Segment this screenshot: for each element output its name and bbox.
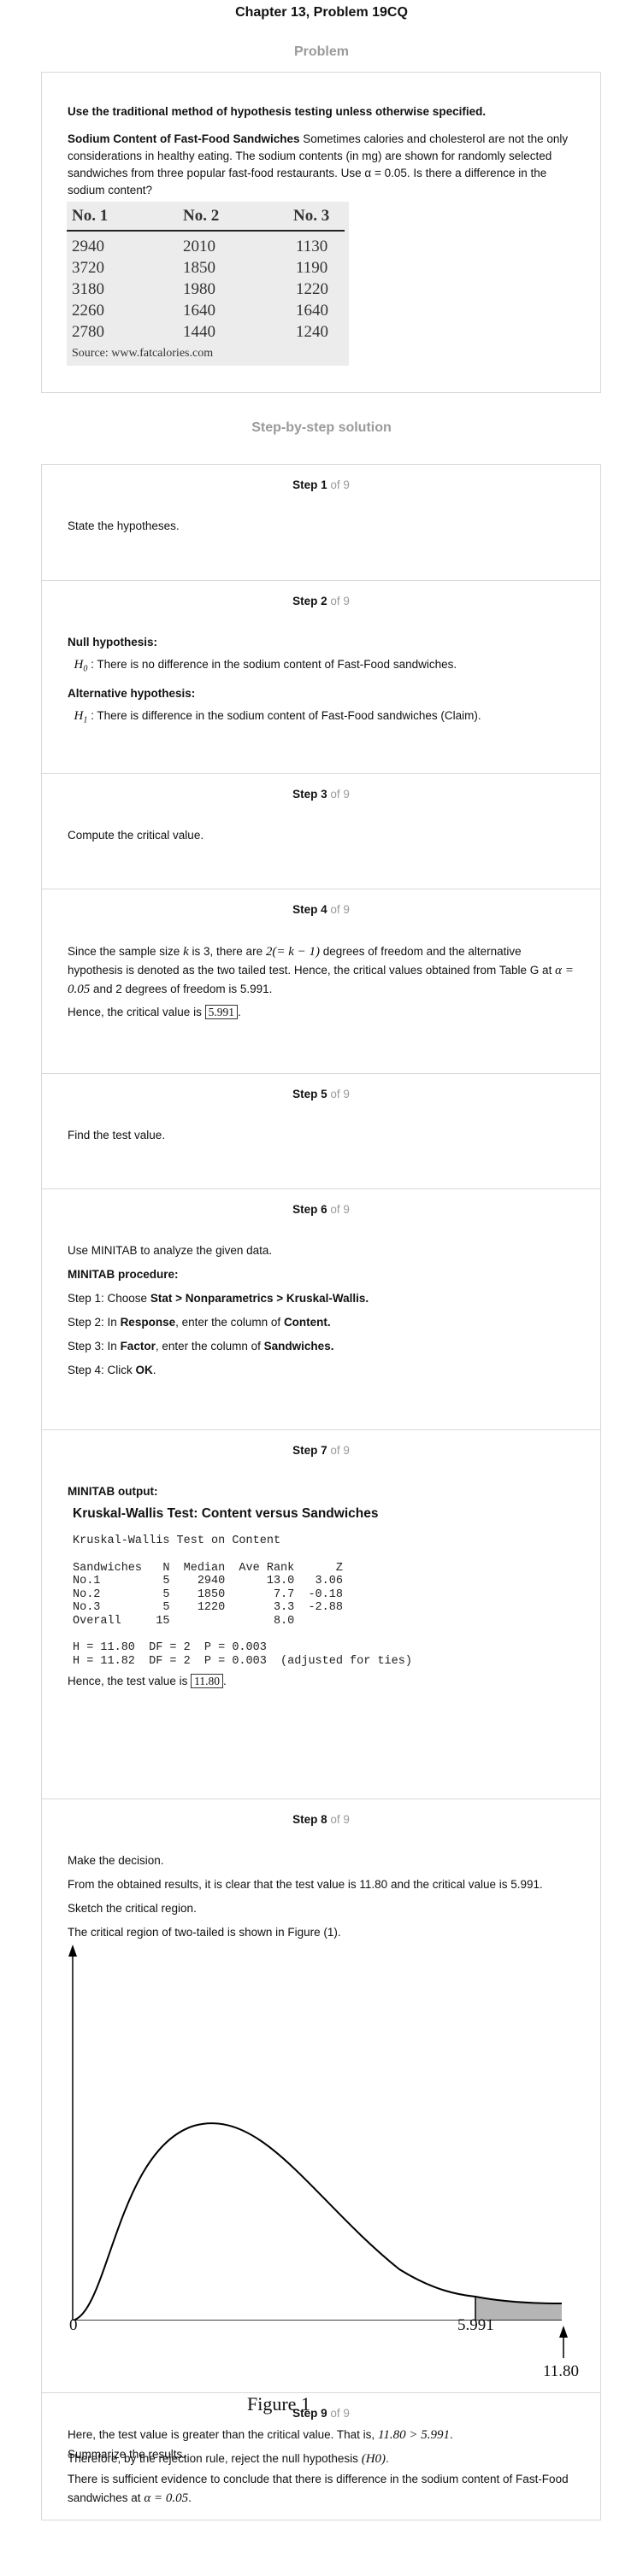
procedure-label: MINITAB procedure: [68,1268,179,1281]
step-text: Summarize the results. [68,2448,186,2461]
procedure-step: Step 2: In Response, enter the column of… [68,1316,331,1329]
step-title: Step 1 of 9 [292,478,350,491]
step-title: Step 8 of 9 [292,1813,350,1826]
step-text: Sketch the critical region. [68,1902,197,1915]
solution-heading: Step-by-step solution [251,420,392,435]
output-h-line-adjusted: H = 11.82 DF = 2 P = 0.003 (adjusted for… [73,1654,412,1668]
table-divider [67,230,345,232]
procedure-step: Step 3: In Factor, enter the column of S… [68,1340,334,1353]
step-6: Step 6 of 9 Use MINITAB to analyze the g… [41,1188,601,1429]
step-7: Step 7 of 9 MINITAB output: Kruskal-Wall… [41,1429,601,1799]
table-cell: 1640 [183,302,215,320]
table-source: Source: www.fatcalories.com [72,347,214,360]
zero-label: 0 [69,2316,78,2334]
table-header: No. 1 [72,207,109,225]
output-h-line: H = 11.80 DF = 2 P = 0.003 [73,1641,267,1654]
step-title: Step 9 of 9 [292,2407,350,2420]
step-8: Step 8 of 9 Make the decision. From the … [41,1799,601,2466]
test-value-arrow [559,2326,568,2358]
test-value-label: 11.80 [543,2362,580,2380]
step-text: Make the decision. [68,1854,164,1867]
test-value-box: 11.80 [191,1674,223,1688]
null-hypothesis: H0 : There is no difference in the sodiu… [74,658,457,674]
density-curve [72,2122,563,2321]
test-value-line: Hence, the test value is 11.80. [68,1674,227,1688]
step-title: Step 5 of 9 [292,1088,350,1100]
step-title: Step 3 of 9 [292,788,350,801]
step-text: Compute the critical value. [68,829,204,842]
step-text: Since the sample size k is 3, there are … [68,945,574,996]
table-cell: 1640 [296,302,328,320]
step-title: Step 6 of 9 [292,1203,350,1216]
step-9: Step 9 of 9 Summarize the results. There… [41,2392,601,2520]
table-cell: 3180 [72,280,104,298]
table-cell: 2010 [183,238,215,255]
critical-value-line: Hence, the critical value is 5.991. [68,1005,241,1019]
table-cell: 2780 [72,323,104,341]
step-1: Step 1 of 9 State the hypotheses. [41,464,601,580]
step-5: Step 5 of 9 Find the test value. [41,1073,601,1188]
step-2: Step 2 of 9 Null hypothesis: H0 : There … [41,580,601,773]
table-cell: 1190 [296,259,328,277]
table-cell: 2260 [72,302,104,320]
step-text: Use MINITAB to analyze the given data. [68,1244,273,1257]
critical-label: 5.991 [457,2316,494,2334]
output-table: Sandwiches N Median Ave Rank Z No.1 5 29… [73,1561,343,1628]
output-label: MINITAB output: [68,1485,158,1498]
table-cell: 3720 [72,259,104,277]
step-text: Find the test value. [68,1129,166,1141]
procedure-step: Step 1: Choose Stat > Nonparametrics > K… [68,1292,369,1305]
step-title: Step 4 of 9 [292,903,350,916]
conclusion: There is sufficient evidence to conclude… [68,2473,569,2505]
table-cell: 1850 [183,259,215,277]
critical-value-box: 5.991 [204,1005,238,1019]
table-cell: 1440 [183,323,215,341]
table-header: No. 3 [293,207,330,225]
y-axis-arrow [68,1945,77,1957]
problem-heading: Problem [293,44,349,59]
table-cell: 1980 [183,280,215,298]
step-3: Step 3 of 9 Compute the critical value. [41,773,601,889]
null-label: Null hypothesis: [68,636,158,648]
step-text: State the hypotheses. [68,519,180,532]
page-title: Chapter 13, Problem 19CQ [235,5,408,20]
data-table-image: No. 1 No. 2 No. 3 2940 2010 1130 3720 18… [67,202,349,366]
step-title: Step 7 of 9 [292,1444,350,1457]
table-cell: 1130 [296,238,328,255]
step-4: Step 4 of 9 Since the sample size k is 3… [41,889,601,1073]
step-text: From the obtained results, it is clear t… [68,1878,543,1891]
table-cell: 2940 [72,238,104,255]
procedure-step: Step 4: Click OK. [68,1364,156,1376]
table-cell: 1220 [296,280,328,298]
output-title: Kruskal-Wallis Test: Content versus Sand… [73,1506,379,1521]
problem-instruction: Use the traditional method of hypothesis… [68,105,487,118]
table-cell: 1240 [296,323,328,341]
problem-lead: Sodium Content of Fast-Food Sandwiches [68,132,300,145]
alt-label: Alternative hypothesis: [68,686,196,700]
step-text: The critical region of two-tailed is sho… [68,1926,341,1939]
chi-square-figure [68,1945,563,2321]
step-title: Step 2 of 9 [292,595,350,607]
problem-text: Sodium Content of Fast-Food Sandwiches S… [68,131,575,199]
output-subtitle: Kruskal-Wallis Test on Content [73,1534,281,1547]
alt-hypothesis: H1 : There is difference in the sodium c… [74,708,481,725]
table-header: No. 2 [183,207,220,225]
